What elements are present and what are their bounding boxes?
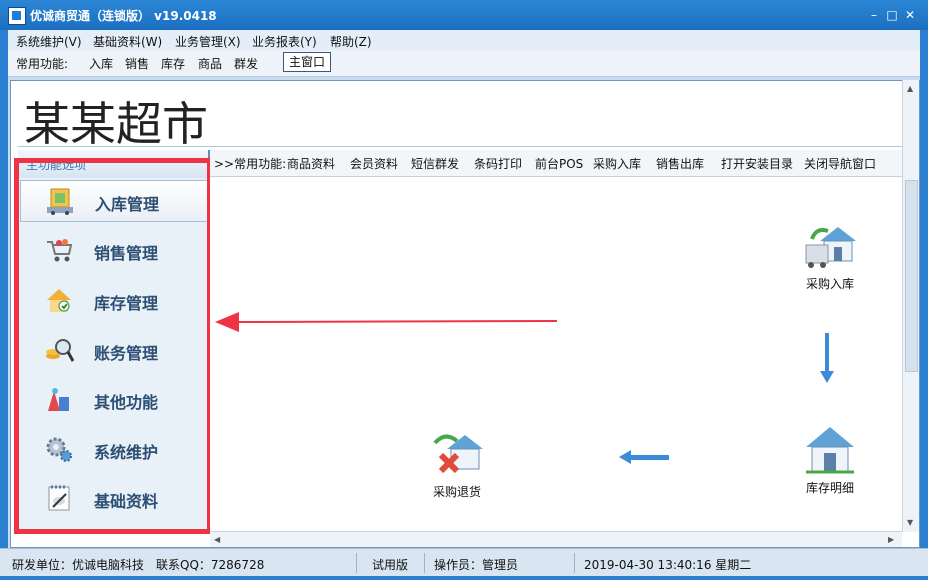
window-frame-right	[920, 30, 928, 548]
quick-item-close-nav-window[interactable]: 关闭导航窗口	[804, 155, 876, 172]
store-name: 某某超市	[24, 97, 208, 151]
minimize-button[interactable]: –	[866, 7, 882, 23]
close-button[interactable]: ✕	[902, 7, 918, 23]
return-house-icon	[429, 429, 485, 479]
toolbar-item-mass-sms[interactable]: 群发	[234, 55, 258, 72]
flow-label: 库存明细	[805, 481, 854, 495]
window-frame-bottom	[0, 576, 928, 580]
menu-help[interactable]: 帮助(Z)	[330, 33, 372, 50]
menu-system-maintenance[interactable]: 系统维护(V)	[16, 33, 82, 50]
quick-item-member-data[interactable]: 会员资料	[350, 155, 398, 172]
flow-label: 采购入库	[805, 277, 854, 291]
quick-item-sales-out[interactable]: 销售出库	[656, 155, 704, 172]
toolbar-item-sales[interactable]: 销售	[125, 55, 149, 72]
app-icon	[8, 7, 26, 25]
horizontal-scrollbar[interactable]: ◀ ▶	[210, 531, 902, 547]
status-divider	[574, 553, 575, 573]
flow-purchase-in[interactable]: 采购入库	[790, 221, 870, 292]
status-edition: 试用版	[372, 558, 409, 572]
toolbar-item-goods[interactable]: 商品	[198, 55, 222, 72]
quickbar-label: >>常用功能:	[214, 157, 287, 171]
flow-label: 采购退货	[432, 485, 481, 499]
scroll-right-icon[interactable]: ▶	[888, 535, 894, 544]
toolbar-item-stock-in[interactable]: 入库	[89, 55, 113, 72]
store-banner: 某某超市	[18, 86, 902, 151]
menu-basic-data[interactable]: 基础资料(W)	[93, 33, 162, 50]
status-bar: 研发单位：优诚电脑科技 联系QQ：7286728 试用版 操作员：管理员 201…	[0, 548, 928, 577]
quick-function-bar: >>常用功能: 商品资料 会员资料 短信群发 条码打印 前台POS 采购入库 销…	[210, 150, 902, 177]
quick-item-front-pos[interactable]: 前台POS	[535, 155, 583, 172]
quick-item-goods-data[interactable]: 商品资料	[287, 155, 335, 172]
flow-purchase-return[interactable]: 采购退货	[417, 429, 497, 500]
status-divider	[356, 553, 357, 573]
status-operator: 操作员：管理员	[434, 558, 519, 572]
scroll-thumb[interactable]	[905, 180, 918, 372]
highlight-box	[14, 158, 212, 534]
quick-item-open-install-dir[interactable]: 打开安装目录	[721, 155, 793, 172]
flow-canvas: 采购入库 库存明细 采购退货	[210, 177, 902, 531]
window-frame-left	[0, 30, 8, 548]
scroll-left-icon[interactable]: ◀	[214, 535, 220, 544]
left-arrow-icon	[619, 450, 669, 464]
status-datetime: 2019-04-30 13:40:16 星期二	[584, 558, 752, 572]
status-qq: 联系QQ：7286728	[156, 558, 265, 572]
down-arrow-icon	[820, 333, 834, 383]
window-title: 优诚商贸通（连锁版） v19.0418	[30, 9, 217, 23]
house-icon	[802, 425, 858, 475]
quick-item-purchase-in[interactable]: 采购入库	[593, 155, 641, 172]
status-divider	[424, 553, 425, 573]
title-bar: 优诚商贸通（连锁版） v19.0418 – □ ✕	[0, 0, 928, 30]
menu-business-management[interactable]: 业务管理(X)	[175, 33, 241, 50]
quick-item-barcode-print[interactable]: 条码打印	[474, 155, 522, 172]
menu-business-reports[interactable]: 业务报表(Y)	[252, 33, 317, 50]
vertical-scrollbar[interactable]: ▲ ▼	[902, 80, 919, 532]
scroll-up-icon[interactable]: ▲	[907, 84, 913, 93]
truck-house-icon	[802, 221, 858, 271]
toolbar-item-inventory[interactable]: 库存	[161, 55, 185, 72]
maximize-button[interactable]: □	[884, 7, 900, 23]
red-pointer-arrow	[215, 312, 557, 332]
menu-bar: 系统维护(V) 基础资料(W) 业务管理(X) 业务报表(Y) 帮助(Z)	[8, 30, 920, 50]
quick-item-mass-sms[interactable]: 短信群发	[411, 155, 459, 172]
main-window-tab[interactable]: 主窗口	[283, 52, 331, 72]
flow-inventory-detail[interactable]: 库存明细	[790, 425, 870, 496]
toolbar-label: 常用功能:	[16, 57, 69, 71]
scroll-down-icon[interactable]: ▼	[907, 518, 913, 527]
status-developer: 研发单位：优诚电脑科技	[12, 558, 145, 572]
quick-toolbar: 常用功能: 入库 销售 库存 商品 群发 主窗口	[8, 50, 920, 77]
